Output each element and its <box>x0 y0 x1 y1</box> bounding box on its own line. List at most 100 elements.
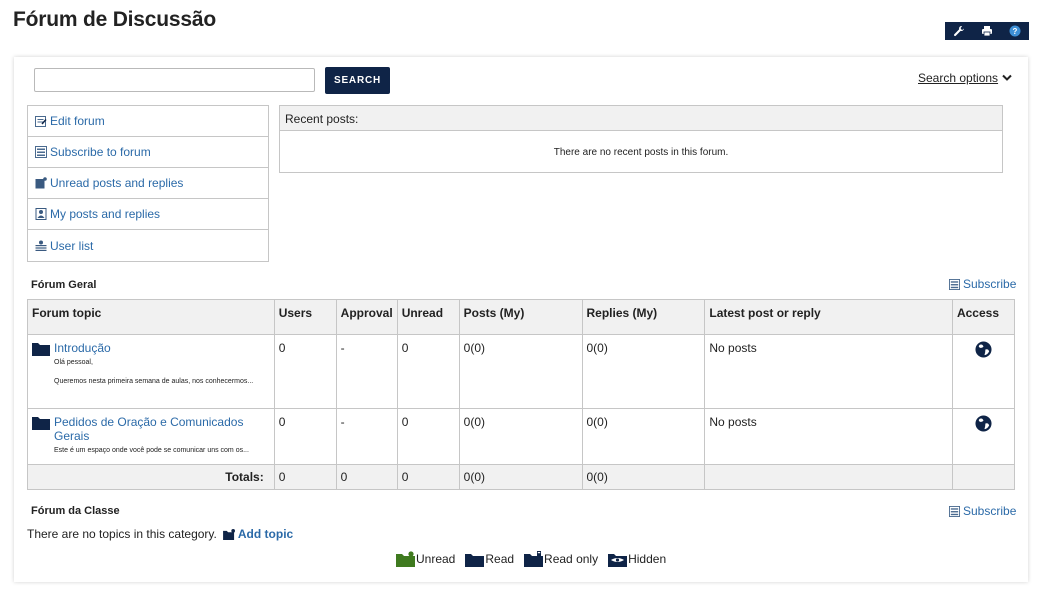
edit-forum-label: Edit forum <box>50 114 105 128</box>
edit-icon <box>35 116 47 127</box>
my-posts-link[interactable]: My posts and replies <box>28 199 268 230</box>
replies-cell: 0(0) <box>581 408 706 465</box>
folder-read-only-icon <box>524 551 544 567</box>
search-input[interactable] <box>34 68 315 92</box>
totals-access <box>951 464 1016 490</box>
totals-posts: 0(0) <box>458 464 583 490</box>
posts-cell: 0(0) <box>458 408 583 465</box>
column-header-latest[interactable]: Latest post or reply <box>704 299 953 335</box>
column-header-posts[interactable]: Posts (My) <box>458 299 583 335</box>
legend-item-read-only: Read only <box>524 551 598 567</box>
access-cell <box>951 334 1016 409</box>
unread-cell: 0 <box>396 334 460 409</box>
totals-replies: 0(0) <box>581 464 706 490</box>
topic-cell: Introdução Olá pessoal, Queremos nesta p… <box>27 334 275 409</box>
my-posts-icon <box>35 208 47 220</box>
globe-icon[interactable] <box>975 341 992 358</box>
legend-label: Read <box>485 552 515 566</box>
topic-cell: Pedidos de Oração e Comunicados Gerais E… <box>27 408 275 465</box>
search-button[interactable]: SEARCH <box>325 67 390 94</box>
legend-label: Hidden <box>628 552 667 566</box>
topic-link[interactable]: Pedidos de Oração e Comunicados Gerais <box>54 415 243 443</box>
subscribe-label: Subscribe <box>963 277 1017 291</box>
svg-text:?: ? <box>1013 27 1018 36</box>
totals-label: Totals: <box>27 464 275 490</box>
no-topics-message: There are no topics in this category. <box>27 527 217 541</box>
recent-posts-header: Recent posts: <box>280 106 1002 131</box>
page-toolbar: ? <box>945 22 1029 40</box>
users-cell: 0 <box>273 334 337 409</box>
replies-cell: 0(0) <box>581 334 706 409</box>
approval-cell: - <box>335 334 398 409</box>
folder-read-icon <box>32 417 50 430</box>
unread-posts-label: Unread posts and replies <box>50 176 184 190</box>
column-header-users[interactable]: Users <box>273 299 337 335</box>
print-icon[interactable] <box>980 24 994 38</box>
forum-actions-list: Edit forum Subscribe to forum Unread pos… <box>27 105 269 262</box>
subscribe-forum-label: Subscribe to forum <box>50 145 151 159</box>
folder-hidden-icon <box>608 554 628 567</box>
add-topic-link[interactable]: Add topic <box>222 527 294 541</box>
users-cell: 0 <box>273 408 337 465</box>
legend-label: Unread <box>416 552 456 566</box>
column-header-approval[interactable]: Approval <box>335 299 398 335</box>
totals-row: Totals: 0 0 0 0(0) 0(0) <box>27 464 1016 490</box>
folder-read-icon <box>32 343 50 356</box>
latest-post-cell: No posts <box>704 408 953 465</box>
topic-link[interactable]: Introdução <box>54 341 111 355</box>
table-row: Introdução Olá pessoal, Queremos nesta p… <box>27 334 1016 409</box>
legend-label: Read only <box>544 552 599 566</box>
subscribe-label: Subscribe <box>963 504 1017 518</box>
posts-cell: 0(0) <box>458 334 583 409</box>
totals-users: 0 <box>273 464 337 490</box>
search-options-link[interactable]: Search options <box>918 71 1012 85</box>
legend-item-read: Read <box>465 551 514 567</box>
category-title-forum-da-classe: Fórum da Classe <box>31 505 120 517</box>
unread-icon <box>35 177 47 189</box>
column-header-replies[interactable]: Replies (My) <box>581 299 706 335</box>
subscribe-icon <box>949 278 960 290</box>
wrench-icon[interactable] <box>952 24 966 38</box>
help-icon[interactable]: ? <box>1008 24 1022 38</box>
latest-post-cell: No posts <box>704 334 953 409</box>
totals-unread: 0 <box>396 464 460 490</box>
totals-approval: 0 <box>335 464 398 490</box>
column-header-unread[interactable]: Unread <box>396 299 460 335</box>
subscribe-forum-link[interactable]: Subscribe to forum <box>28 137 268 168</box>
edit-forum-link[interactable]: Edit forum <box>28 106 268 137</box>
column-header-access[interactable]: Access <box>951 299 1016 335</box>
forum-topics-table: Forum topic Users Approval Unread Posts … <box>27 299 1016 490</box>
globe-icon[interactable] <box>975 415 992 432</box>
table-header-row: Forum topic Users Approval Unread Posts … <box>27 299 1016 335</box>
unread-posts-link[interactable]: Unread posts and replies <box>28 168 268 199</box>
legend-item-hidden: Hidden <box>608 551 666 567</box>
add-topic-label: Add topic <box>237 527 294 541</box>
unread-cell: 0 <box>396 408 460 465</box>
description-line: Queremos nesta primeira semana de aulas,… <box>54 378 254 385</box>
folder-read-icon <box>465 554 485 567</box>
recent-posts-box: Recent posts: There are no recent posts … <box>279 105 1003 173</box>
subscribe-category-forum-geral[interactable]: Subscribe <box>949 277 1016 291</box>
topic-description: Olá pessoal, Queremos nesta primeira sem… <box>54 357 253 388</box>
access-cell <box>951 408 1016 465</box>
folder-legend: Unread Read Read only Hidden <box>396 551 676 567</box>
user-list-label: User list <box>50 238 94 253</box>
totals-latest <box>704 464 953 490</box>
search-options-label: Search options <box>918 71 999 85</box>
subscribe-category-forum-da-classe[interactable]: Subscribe <box>949 504 1016 518</box>
table-row: Pedidos de Oração e Comunicados Gerais E… <box>27 408 1016 465</box>
forum-panel: SEARCH Search options Edit forum Subscri… <box>14 57 1028 582</box>
description-line: Olá pessoal, <box>54 359 93 366</box>
page-title: Fórum de Discussão <box>13 8 216 31</box>
subscribe-icon <box>949 505 960 517</box>
user-list-icon <box>35 240 47 251</box>
column-header-topic[interactable]: Forum topic <box>27 299 275 335</box>
user-list-link[interactable]: User list <box>28 230 268 261</box>
no-topics-row: There are no topics in this category. Ad… <box>27 527 293 541</box>
subscribe-icon <box>35 146 47 158</box>
legend-item-unread: Unread <box>396 551 455 567</box>
chevron-down-icon <box>1002 74 1012 81</box>
my-posts-label: My posts and replies <box>50 207 161 221</box>
recent-posts-empty-message: There are no recent posts in this forum. <box>553 147 729 158</box>
folder-unread-icon <box>396 551 415 567</box>
